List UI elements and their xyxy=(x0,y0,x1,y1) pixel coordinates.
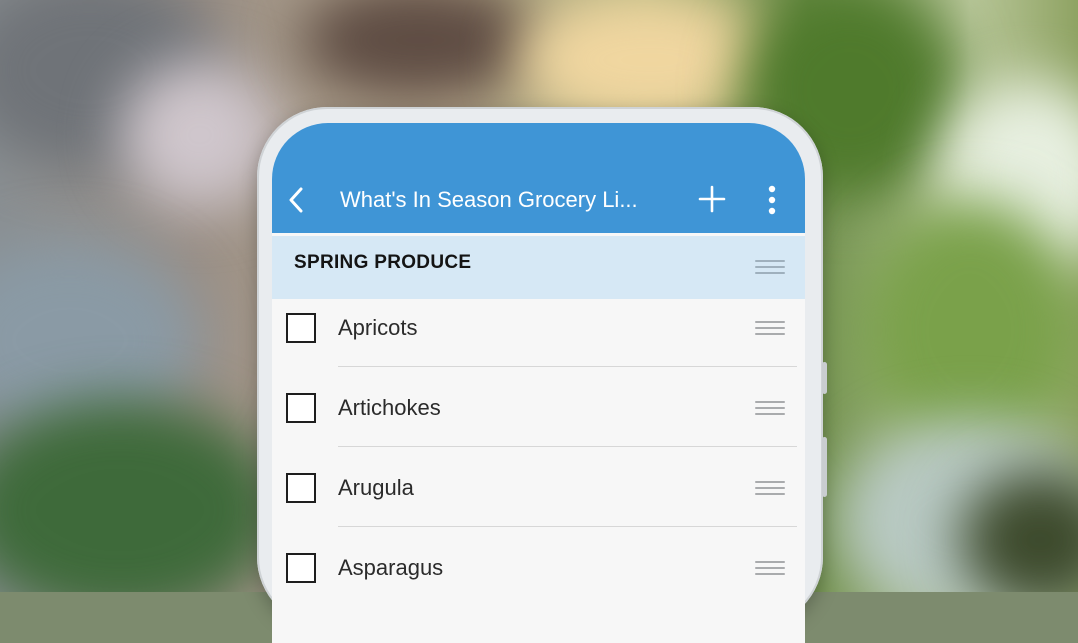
phone-side-button xyxy=(822,437,827,497)
divider xyxy=(338,446,797,447)
item-checkbox[interactable] xyxy=(286,393,316,423)
chevron-left-icon xyxy=(289,187,303,213)
phone-side-button xyxy=(822,362,827,394)
section-header: SPRING PRODUCE xyxy=(272,236,805,299)
item-label: Apricots xyxy=(338,315,418,340)
list-item: Apricots xyxy=(272,299,805,379)
plus-icon xyxy=(698,185,726,213)
list-item: Artichokes xyxy=(272,379,805,459)
divider xyxy=(338,526,797,527)
list-item: Arugula xyxy=(272,459,805,539)
drag-handle-icon[interactable] xyxy=(755,561,785,575)
list-item: Asparagus xyxy=(272,539,805,619)
item-label: Asparagus xyxy=(338,555,444,580)
list-title: What's In Season Grocery Li... xyxy=(340,187,638,212)
item-label: Arugula xyxy=(338,475,414,500)
more-options-button[interactable] xyxy=(760,183,784,217)
drag-handle-icon[interactable] xyxy=(755,481,785,495)
add-item-button[interactable] xyxy=(696,183,728,215)
more-vertical-icon xyxy=(768,185,776,215)
drag-handle-icon[interactable] xyxy=(755,401,785,415)
item-checkbox[interactable] xyxy=(286,313,316,343)
section-title: SPRING PRODUCE xyxy=(294,252,472,273)
app-screen: What's In Season Grocery Li... SPRING PR… xyxy=(272,123,805,643)
drag-handle-icon[interactable] xyxy=(755,260,785,274)
back-button[interactable] xyxy=(284,185,308,215)
item-checkbox[interactable] xyxy=(286,553,316,583)
grocery-list: Apricots Artichokes Arugula Asparagus xyxy=(272,299,805,619)
item-label: Artichokes xyxy=(338,395,441,420)
app-bar: What's In Season Grocery Li... xyxy=(272,123,805,233)
drag-handle-icon[interactable] xyxy=(755,321,785,335)
divider xyxy=(338,366,797,367)
phone-frame: What's In Season Grocery Li... SPRING PR… xyxy=(257,107,827,643)
item-checkbox[interactable] xyxy=(286,473,316,503)
